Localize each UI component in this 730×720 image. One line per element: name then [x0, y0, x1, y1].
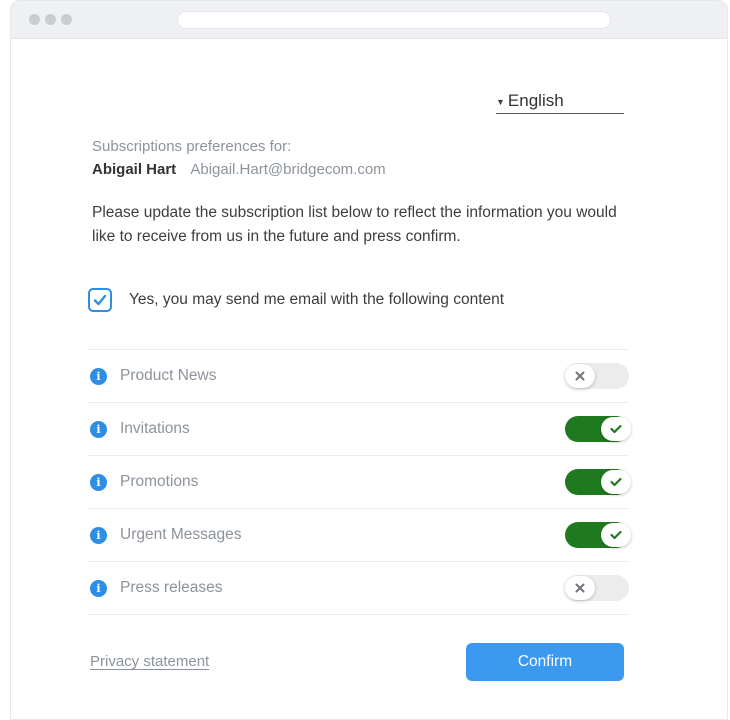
check-icon: [610, 530, 622, 540]
title-bar: [11, 1, 727, 39]
info-icon[interactable]: i: [90, 579, 107, 597]
language-select[interactable]: ▼ English: [496, 88, 624, 114]
window-close-dot[interactable]: [29, 14, 40, 25]
user-email: Abigail.Hart@bridgecom.com: [190, 161, 386, 178]
toggle-product-news[interactable]: [565, 363, 629, 389]
toggle-knob: [601, 417, 631, 441]
info-icon[interactable]: i: [90, 526, 107, 544]
toggle-knob: [565, 364, 595, 388]
window-minimize-dot[interactable]: [45, 14, 56, 25]
language-selected-label: English: [507, 90, 564, 110]
subscription-row-press-releases: i Press releases: [88, 562, 629, 615]
privacy-statement-link[interactable]: Privacy statement: [90, 653, 209, 670]
caret-down-icon: ▼: [496, 96, 505, 107]
window-maximize-dot[interactable]: [61, 14, 72, 25]
toggle-urgent-messages[interactable]: [565, 522, 631, 548]
toggle-promotions[interactable]: [565, 469, 631, 495]
subscription-label: Invitations: [120, 420, 190, 437]
user-info: Abigail Hart Abigail.Hart@bridgecom.com: [92, 161, 386, 178]
address-bar[interactable]: [177, 11, 611, 29]
toggle-knob: [565, 576, 595, 600]
check-icon: [610, 477, 622, 487]
info-icon[interactable]: i: [90, 473, 107, 491]
subscription-row-promotions: i Promotions: [88, 456, 631, 509]
consent-checkbox-row[interactable]: Yes, you may send me email with the foll…: [88, 288, 504, 312]
subscription-list: i Product News i Invitations i Promotion…: [88, 349, 631, 615]
toggle-press-releases[interactable]: [565, 575, 629, 601]
subscriptions-label: Subscriptions preferences for:: [92, 138, 292, 155]
subscription-label: Promotions: [120, 473, 199, 490]
check-icon: [610, 424, 622, 434]
checkmark-icon: [93, 294, 107, 306]
info-icon[interactable]: i: [90, 420, 107, 438]
subscription-label: Press releases: [120, 579, 223, 596]
x-icon: [575, 371, 585, 381]
confirm-button[interactable]: Confirm: [466, 643, 624, 681]
consent-checkbox[interactable]: [88, 288, 112, 312]
toggle-knob: [601, 470, 631, 494]
info-icon[interactable]: i: [90, 367, 107, 385]
intro-text: Please update the subscription list belo…: [92, 204, 617, 245]
subscription-row-product-news: i Product News: [88, 350, 629, 403]
subscription-row-invitations: i Invitations: [88, 403, 631, 456]
x-icon: [575, 583, 585, 593]
subscription-row-urgent-messages: i Urgent Messages: [88, 509, 631, 562]
user-name: Abigail Hart: [92, 161, 177, 178]
subscription-label: Urgent Messages: [120, 526, 242, 543]
toggle-knob: [601, 523, 631, 547]
toggle-invitations[interactable]: [565, 416, 631, 442]
subscription-label: Product News: [120, 367, 217, 384]
consent-label: Yes, you may send me email with the foll…: [129, 291, 505, 308]
